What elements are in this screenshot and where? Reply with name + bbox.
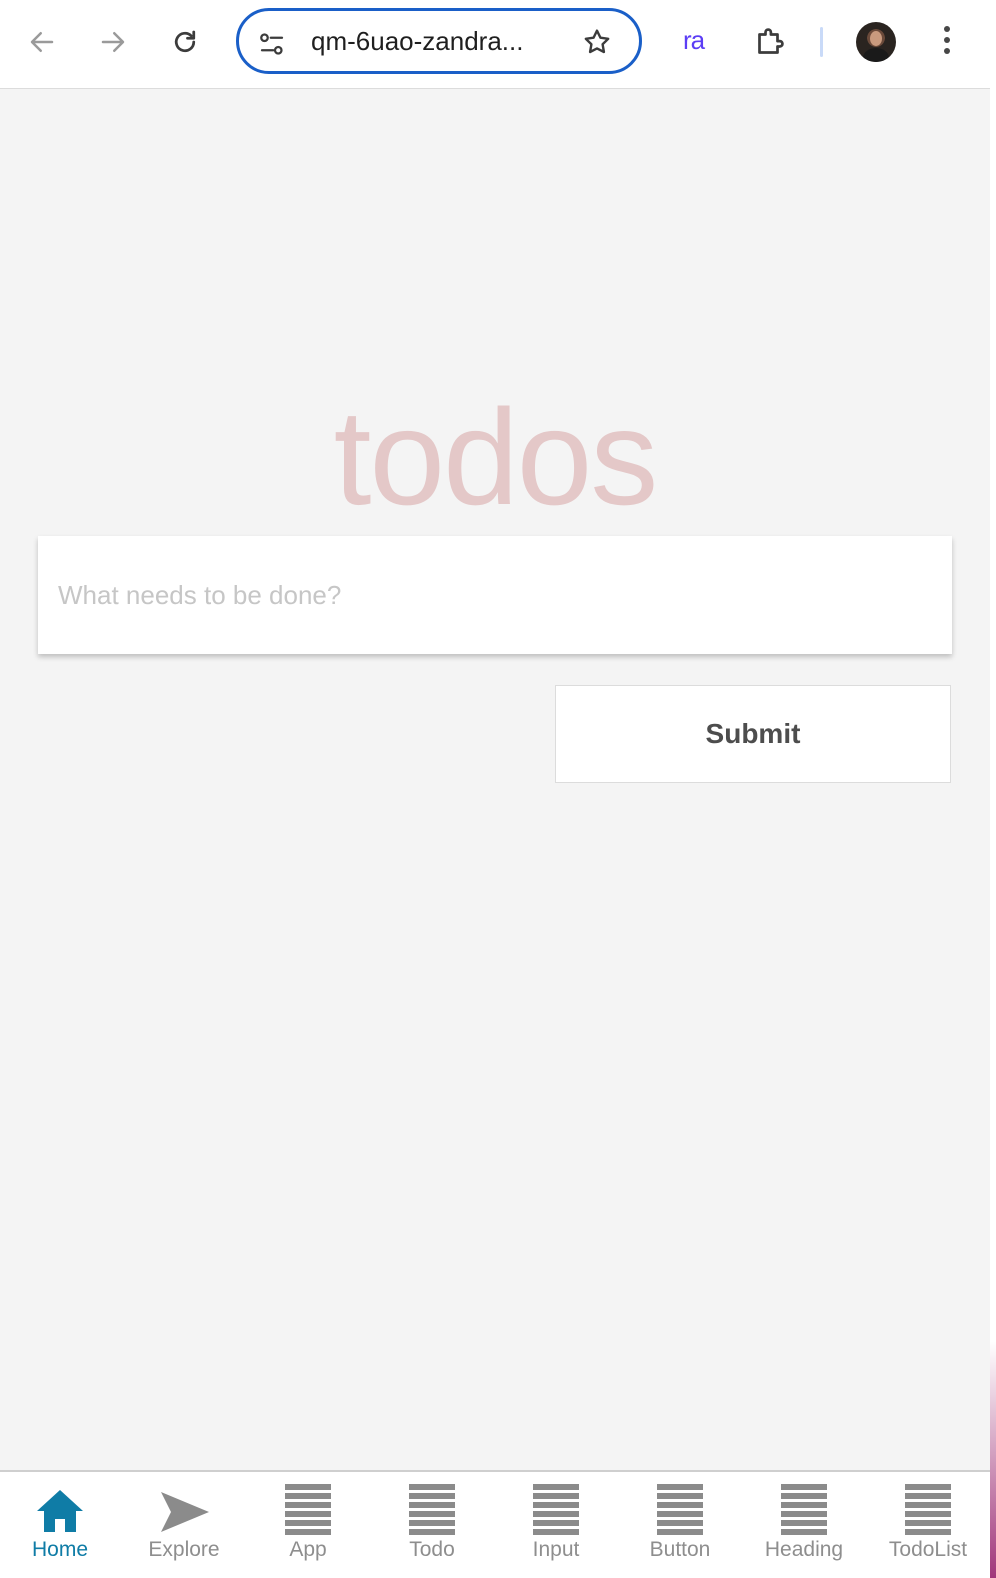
reload-button[interactable] bbox=[163, 20, 207, 64]
tab-input[interactable]: Input bbox=[494, 1472, 618, 1578]
list-icon bbox=[283, 1484, 333, 1540]
send-icon bbox=[161, 1492, 209, 1532]
tab-todolist[interactable]: TodoList bbox=[866, 1472, 990, 1578]
toolbar-divider bbox=[820, 27, 823, 57]
browser-toolbar: qm-6uao-zandra... ra bbox=[0, 0, 996, 89]
list-icon bbox=[903, 1484, 953, 1540]
url-text[interactable]: qm-6uao-zandra... bbox=[311, 26, 557, 57]
tab-label: Explore bbox=[148, 1538, 220, 1561]
star-icon[interactable] bbox=[581, 26, 613, 58]
tab-button[interactable]: Button bbox=[618, 1472, 742, 1578]
address-bar[interactable]: qm-6uao-zandra... bbox=[236, 8, 642, 74]
list-icon bbox=[779, 1484, 829, 1540]
more-menu-icon[interactable] bbox=[944, 26, 952, 60]
app-title: todos bbox=[333, 381, 659, 533]
browser-window: qm-6uao-zandra... ra todos Submit bbox=[0, 0, 996, 1578]
window-edge bbox=[990, 0, 996, 1578]
list-icon bbox=[655, 1484, 705, 1540]
tab-heading[interactable]: Heading bbox=[742, 1472, 866, 1578]
list-icon bbox=[407, 1484, 457, 1540]
tab-home[interactable]: Home bbox=[0, 1472, 122, 1578]
house-icon bbox=[37, 1490, 83, 1532]
arrow-left-icon bbox=[30, 32, 54, 52]
profile-avatar[interactable] bbox=[856, 22, 896, 62]
bottom-tab-bar: Home Explore App Todo Input Button Headi… bbox=[0, 1470, 990, 1578]
tab-label: TodoList bbox=[888, 1538, 968, 1561]
reload-icon bbox=[174, 30, 196, 53]
new-todo-input[interactable] bbox=[38, 536, 952, 654]
back-button[interactable] bbox=[20, 20, 64, 64]
tab-explore[interactable]: Explore bbox=[122, 1472, 246, 1578]
tab-label: App bbox=[289, 1538, 327, 1561]
tab-todo[interactable]: Todo bbox=[370, 1472, 494, 1578]
tab-label: Input bbox=[532, 1538, 580, 1561]
tab-app[interactable]: App bbox=[246, 1472, 370, 1578]
list-icon bbox=[531, 1484, 581, 1540]
extensions-button[interactable] bbox=[748, 20, 792, 64]
submit-button[interactable]: Submit bbox=[555, 685, 951, 783]
puzzle-icon bbox=[758, 28, 784, 54]
tab-label: Todo bbox=[409, 1538, 455, 1561]
tab-label: Button bbox=[649, 1538, 711, 1561]
site-settings-icon[interactable] bbox=[257, 29, 287, 59]
tab-label: Heading bbox=[764, 1538, 844, 1561]
forward-button[interactable] bbox=[91, 20, 135, 64]
tab-label: Home bbox=[31, 1538, 89, 1561]
extension-ra-icon[interactable]: ra bbox=[683, 25, 705, 56]
arrow-right-icon bbox=[101, 32, 125, 52]
